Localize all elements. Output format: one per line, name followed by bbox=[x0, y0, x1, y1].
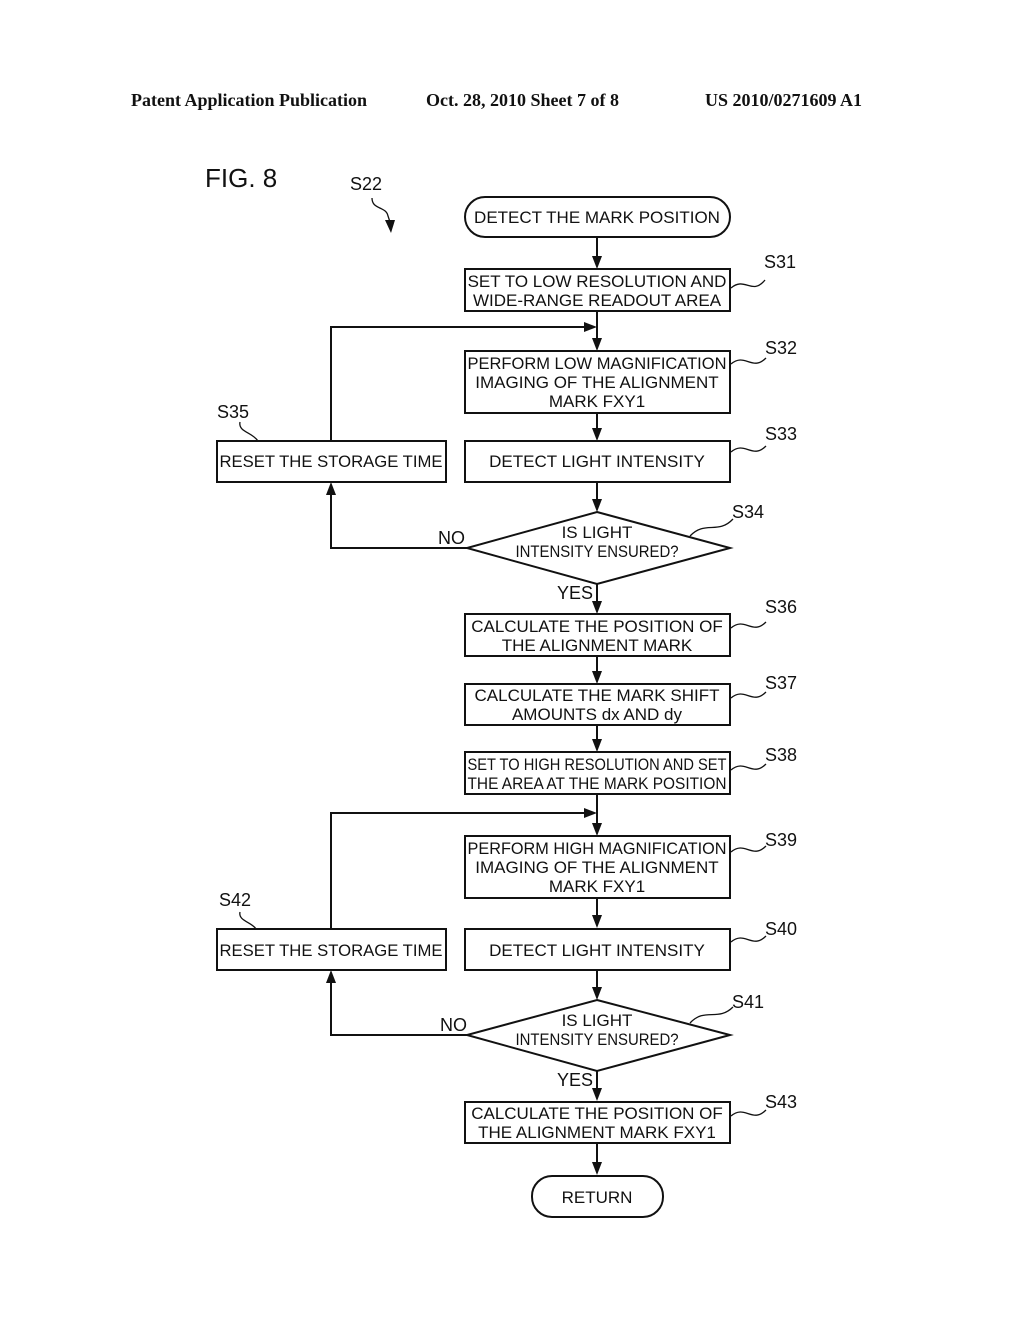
figure-ref: S22 bbox=[350, 174, 382, 194]
step-s32: PERFORM LOW MAGNIFICATION IMAGING OF THE… bbox=[464, 338, 797, 414]
no-label: NO bbox=[440, 1015, 467, 1035]
no-label: NO bbox=[438, 528, 465, 548]
yes-label: YES bbox=[557, 583, 593, 603]
flowchart: FIG. 8 S22 DETECT THE MARK POSITION SET … bbox=[205, 163, 797, 1218]
svg-text:DETECT THE MARK POSITION: DETECT THE MARK POSITION bbox=[474, 208, 720, 227]
step-id: S40 bbox=[765, 919, 797, 939]
svg-text:PERFORM LOW MAGNIFICATION: PERFORM LOW MAGNIFICATION bbox=[468, 354, 727, 373]
svg-text:IS LIGHT: IS LIGHT bbox=[562, 523, 633, 542]
decision-s34: IS LIGHT INTENSITY ENSURED? S34 NO YES bbox=[438, 502, 764, 603]
svg-text:DETECT LIGHT INTENSITY: DETECT LIGHT INTENSITY bbox=[489, 452, 705, 471]
step-s31: SET TO LOW RESOLUTION AND WIDE-RANGE REA… bbox=[464, 252, 796, 312]
step-id: S43 bbox=[765, 1092, 797, 1112]
svg-text:THE ALIGNMENT MARK FXY1: THE ALIGNMENT MARK FXY1 bbox=[478, 1123, 716, 1142]
svg-text:IMAGING OF THE ALIGNMENT: IMAGING OF THE ALIGNMENT bbox=[475, 373, 718, 392]
start-terminal: DETECT THE MARK POSITION bbox=[464, 196, 731, 238]
figure-ref-arrow bbox=[385, 220, 395, 233]
svg-text:MARK FXY1: MARK FXY1 bbox=[549, 877, 645, 896]
svg-text:AMOUNTS dx AND dy: AMOUNTS dx AND dy bbox=[512, 705, 683, 724]
step-s40: DETECT LIGHT INTENSITY S40 bbox=[464, 919, 797, 971]
step-id: S39 bbox=[765, 830, 797, 850]
step-id: S32 bbox=[765, 338, 797, 358]
figure-ref-leader bbox=[371, 197, 391, 223]
step-id: S34 bbox=[732, 502, 764, 522]
step-id: S31 bbox=[764, 252, 796, 272]
svg-text:THE ALIGNMENT MARK: THE ALIGNMENT MARK bbox=[502, 636, 693, 655]
svg-text:RESET THE STORAGE TIME: RESET THE STORAGE TIME bbox=[220, 452, 443, 471]
svg-text:RESET THE STORAGE TIME: RESET THE STORAGE TIME bbox=[220, 941, 443, 960]
svg-text:INTENSITY ENSURED?: INTENSITY ENSURED? bbox=[515, 542, 678, 561]
svg-text:CALCULATE THE POSITION OF: CALCULATE THE POSITION OF bbox=[471, 617, 723, 636]
step-s38: SET TO HIGH RESOLUTION AND SET THE AREA … bbox=[464, 745, 797, 795]
step-s37: CALCULATE THE MARK SHIFT AMOUNTS dx AND … bbox=[464, 673, 797, 726]
decision-s41: IS LIGHT INTENSITY ENSURED? S41 NO YES bbox=[440, 992, 764, 1090]
svg-text:WIDE-RANGE READOUT AREA: WIDE-RANGE READOUT AREA bbox=[473, 291, 722, 310]
svg-text:PERFORM HIGH MAGNIFICATION: PERFORM HIGH MAGNIFICATION bbox=[468, 839, 727, 858]
svg-text:DETECT LIGHT INTENSITY: DETECT LIGHT INTENSITY bbox=[489, 941, 705, 960]
step-id: S36 bbox=[765, 597, 797, 617]
end-terminal: RETURN bbox=[531, 1175, 664, 1218]
step-s43: CALCULATE THE POSITION OF THE ALIGNMENT … bbox=[464, 1092, 797, 1144]
svg-text:THE AREA AT THE MARK POSITION: THE AREA AT THE MARK POSITION bbox=[468, 774, 727, 793]
svg-text:IS LIGHT: IS LIGHT bbox=[562, 1011, 633, 1030]
svg-text:CALCULATE THE MARK SHIFT: CALCULATE THE MARK SHIFT bbox=[475, 686, 720, 705]
step-id: S33 bbox=[765, 424, 797, 444]
svg-text:RETURN: RETURN bbox=[562, 1188, 633, 1207]
step-id: S35 bbox=[217, 402, 249, 422]
step-id: S37 bbox=[765, 673, 797, 693]
svg-text:IMAGING OF THE ALIGNMENT: IMAGING OF THE ALIGNMENT bbox=[475, 858, 718, 877]
step-s33: DETECT LIGHT INTENSITY S33 bbox=[464, 424, 797, 483]
svg-text:INTENSITY ENSURED?: INTENSITY ENSURED? bbox=[515, 1030, 678, 1049]
step-s36: CALCULATE THE POSITION OF THE ALIGNMENT … bbox=[464, 597, 797, 657]
yes-label: YES bbox=[557, 1070, 593, 1090]
step-id: S42 bbox=[219, 890, 251, 910]
svg-text:SET TO HIGH RESOLUTION AND SET: SET TO HIGH RESOLUTION AND SET bbox=[468, 755, 727, 774]
svg-text:MARK FXY1: MARK FXY1 bbox=[549, 392, 645, 411]
step-id: S41 bbox=[732, 992, 764, 1012]
step-id: S38 bbox=[765, 745, 797, 765]
svg-text:SET TO LOW RESOLUTION AND: SET TO LOW RESOLUTION AND bbox=[468, 272, 727, 291]
figure-title: FIG. 8 bbox=[205, 163, 277, 193]
svg-text:CALCULATE THE POSITION OF: CALCULATE THE POSITION OF bbox=[471, 1104, 723, 1123]
step-s39: PERFORM HIGH MAGNIFICATION IMAGING OF TH… bbox=[464, 830, 797, 899]
